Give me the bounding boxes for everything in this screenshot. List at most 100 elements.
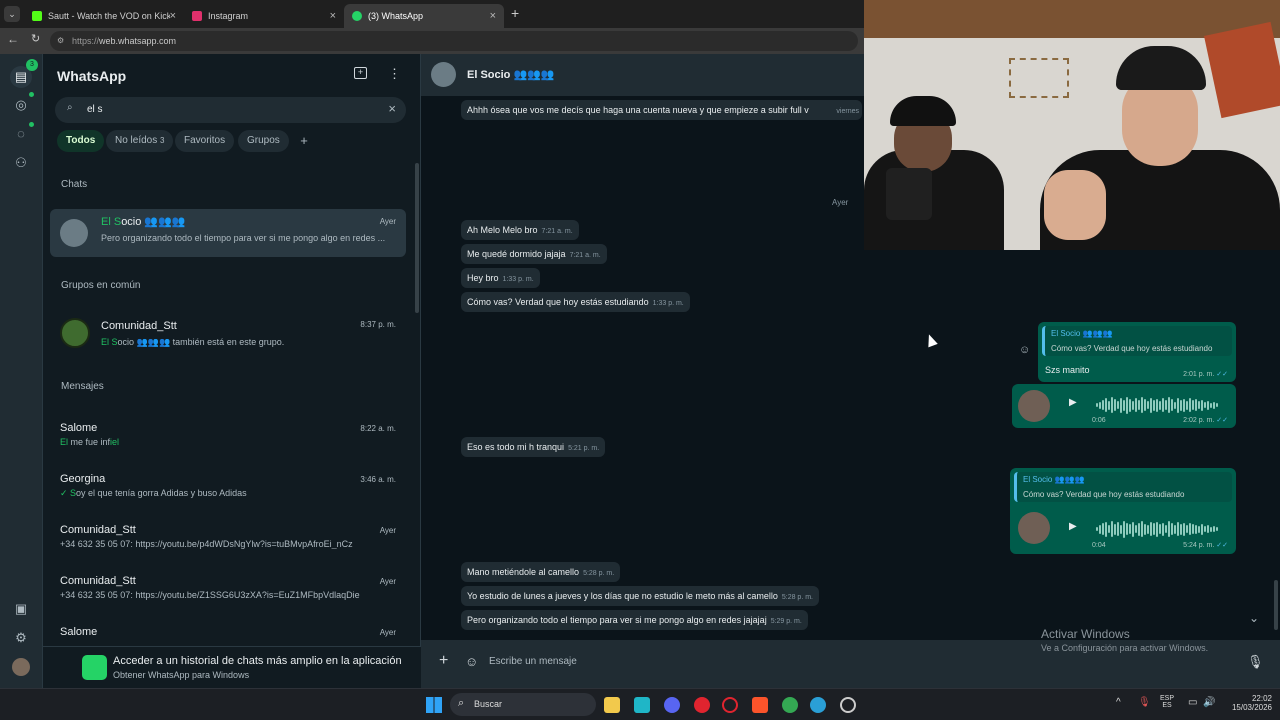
app-icon[interactable]: [840, 697, 856, 713]
sidebar-scrollbar[interactable]: [415, 163, 419, 313]
taskbar-search[interactable]: ⌕ Buscar: [450, 693, 596, 716]
reload-icon[interactable]: ↻: [31, 32, 40, 45]
file-explorer-icon[interactable]: [604, 697, 620, 713]
microphone-icon[interactable]: 🎙: [1247, 654, 1264, 670]
group-row-comunidad[interactable]: Comunidad_Stt El Socio 👥👥👥 también está …: [50, 312, 406, 360]
message-bubble: Pero organizando todo el tiempo para ver…: [461, 610, 808, 630]
search-icon: ⌕: [67, 102, 73, 113]
audio-waveform[interactable]: [1096, 396, 1222, 414]
person-right-cap: [1116, 46, 1206, 90]
filter-grupos[interactable]: Grupos: [238, 130, 289, 152]
message-bubble: Me quedé dormido jajaja 7:21 a. m.: [461, 244, 607, 264]
message-bubble: Mano metiéndole al camello 5:28 p. m.: [461, 562, 621, 582]
close-tab-icon[interactable]: ×: [490, 10, 496, 22]
scroll-down-icon[interactable]: ⌄: [1249, 611, 1259, 625]
wall-rack: [1009, 58, 1069, 98]
section-messages: Mensajes: [61, 381, 104, 392]
message-bubble: Hey bro 1:33 p. m.: [461, 268, 540, 288]
volume-icon[interactable]: 🔊: [1203, 697, 1215, 708]
message-row[interactable]: Salome El me fue infiel 8:22 a. m.: [50, 416, 406, 464]
windows-taskbar: ⌕ Buscar ^ 🎙 ESP ES ▭ 🔊 22:02 15/03/2026: [0, 688, 1280, 720]
message-bubble: Ahhh ósea que vos me decís que haga una …: [461, 100, 862, 120]
edge-icon[interactable]: [810, 697, 826, 713]
opera-icon[interactable]: [694, 697, 710, 713]
media-icon[interactable]: ▣: [12, 600, 30, 618]
message-row[interactable]: Comunidad_Stt +34 632 35 05 07: https://…: [50, 569, 406, 617]
close-tab-icon[interactable]: ×: [330, 10, 336, 22]
attach-icon[interactable]: +: [439, 652, 448, 670]
webcam-overlay: [864, 0, 1280, 250]
clear-search-icon[interactable]: ×: [388, 101, 396, 116]
react-icon[interactable]: ☺: [1019, 344, 1030, 356]
browser-tab-whatsapp[interactable]: (3) WhatsApp ×: [344, 4, 504, 28]
clock[interactable]: 22:02 15/03/2026: [1224, 694, 1272, 712]
tab-list-chevron-icon[interactable]: ⌄: [4, 6, 20, 22]
unread-badge: 3: [26, 59, 38, 71]
quoted-message[interactable]: El Socio 👥👥👥 Cómo vas? Verdad que hoy es…: [1042, 326, 1232, 356]
discord-icon[interactable]: [664, 697, 680, 713]
section-groups: Grupos en común: [61, 280, 141, 291]
chrome-icon[interactable]: [782, 697, 798, 713]
section-chats: Chats: [61, 179, 88, 190]
tray-chevron-icon[interactable]: ^: [1116, 697, 1121, 708]
quoted-message[interactable]: El Socio 👥👥👥 Cómo vas? Verdad que hoy es…: [1014, 472, 1232, 502]
instagram-icon: [192, 11, 202, 21]
channels-dot: [29, 122, 34, 127]
windows-start-icon[interactable]: [426, 697, 442, 713]
browser-tab-instagram[interactable]: Instagram ×: [184, 4, 344, 28]
message-row[interactable]: Georgina ✓ Soy el que tenía gorra Adidas…: [50, 467, 406, 515]
outgoing-reply-audio-bubble: El Socio 👥👥👥 Cómo vas? Verdad que hoy es…: [1010, 468, 1236, 554]
audio-waveform[interactable]: [1096, 520, 1222, 538]
browser-tab-kick[interactable]: Sautt - Watch the VOD on Kick ×: [24, 4, 184, 28]
whatsapp-icon: [352, 11, 362, 21]
chat-row-el-socio[interactable]: El Socio 👥👥👥 Pero organizando todo el ti…: [50, 209, 406, 257]
chat-scrollbar[interactable]: [1274, 580, 1278, 630]
profile-avatar[interactable]: [12, 658, 30, 676]
site-info-icon[interactable]: ⚙: [57, 31, 64, 51]
close-tab-icon[interactable]: ×: [170, 10, 176, 22]
phone: [886, 168, 932, 220]
microphone-tray-icon[interactable]: 🎙: [1138, 697, 1151, 708]
url-field[interactable]: ⚙ https://web.whatsapp.com: [50, 31, 858, 51]
add-filter-icon[interactable]: +: [293, 130, 315, 152]
avatar[interactable]: [431, 62, 456, 87]
read-receipt-icon: ✓✓: [1216, 542, 1228, 549]
nav-rail: ▤ 3 ◎ ◌ ⚇ ▣ ⚙: [0, 54, 43, 688]
play-icon[interactable]: ▶: [1069, 521, 1077, 532]
language-indicator[interactable]: ESP ES: [1160, 695, 1174, 709]
capcut-icon[interactable]: [634, 697, 650, 713]
network-icon[interactable]: ▭: [1188, 697, 1197, 708]
group-avatar: [60, 318, 90, 348]
status-icon[interactable]: ◎: [12, 96, 30, 114]
conversation-header: El Socio 👥👥👥: [421, 54, 864, 96]
opera-gx-icon[interactable]: [722, 697, 738, 713]
message-row[interactable]: Comunidad_Stt +34 632 35 05 07: https://…: [50, 518, 406, 566]
settings-icon[interactable]: ⚙: [12, 629, 30, 647]
message-bubble: Ah Melo Melo bro 7:21 a. m.: [461, 220, 579, 240]
browser-tab-bar: ⌄ Sautt - Watch the VOD on Kick × Instag…: [0, 0, 864, 28]
communities-icon[interactable]: ⚇: [12, 154, 30, 172]
new-chat-icon[interactable]: +: [354, 67, 367, 79]
message-row[interactable]: Salome Ayer: [50, 620, 406, 640]
activation-subtitle: Ve a Configuración para activar Windows.: [1041, 643, 1209, 653]
activation-title: Activar Windows: [1041, 627, 1130, 641]
search-input[interactable]: ⌕ el s ×: [55, 97, 406, 123]
whatsapp-logo-icon: [82, 655, 107, 680]
sticker-icon[interactable]: ☺: [465, 654, 478, 669]
wall-poster: [1204, 21, 1280, 119]
brave-icon[interactable]: [752, 697, 768, 713]
conversation-title[interactable]: El Socio 👥👥👥: [467, 68, 555, 81]
sender-avatar: [1018, 390, 1050, 422]
message-bubble: Cómo vas? Verdad que hoy estás estudiand…: [461, 292, 690, 312]
channels-icon[interactable]: ◌: [12, 125, 30, 143]
filter-favoritos[interactable]: Favoritos: [175, 130, 235, 152]
back-icon[interactable]: ←: [7, 32, 19, 46]
outgoing-audio-bubble: ▶ 0:06 2:02 p. m. ✓✓: [1012, 384, 1236, 428]
menu-icon[interactable]: ⋮: [388, 66, 401, 82]
new-tab-icon[interactable]: +: [511, 5, 519, 21]
play-icon[interactable]: ▶: [1069, 397, 1077, 408]
desktop-app-promo[interactable]: Acceder a un historial de chats más ampl…: [43, 646, 421, 688]
person-left-cap: [890, 96, 956, 126]
filter-no-leidos[interactable]: No leídos 3: [106, 130, 174, 152]
filter-todos[interactable]: Todos: [57, 130, 105, 152]
